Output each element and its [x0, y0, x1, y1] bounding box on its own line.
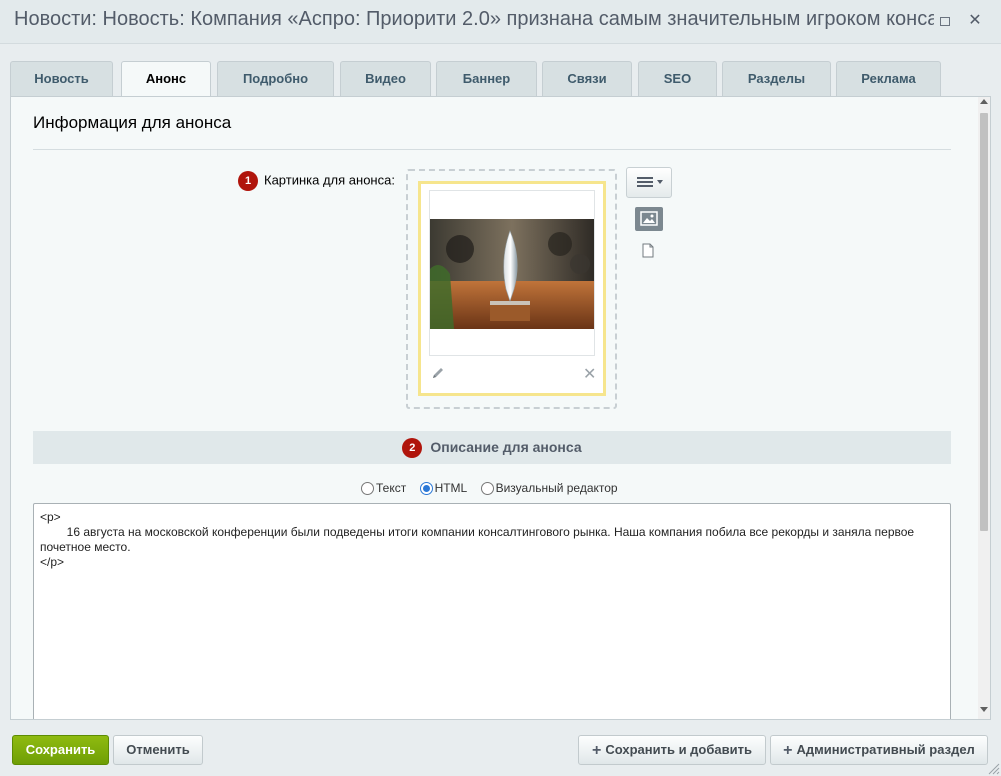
- plus-icon: +: [783, 742, 793, 759]
- mode-text[interactable]: Текст: [361, 481, 406, 495]
- scroll-thumb[interactable]: [980, 113, 988, 531]
- tab-links[interactable]: Связи: [542, 61, 632, 97]
- image-menu-button[interactable]: [626, 167, 672, 198]
- tab-content-panel: Информация для анонса 1 Картинка для анон…: [10, 96, 991, 720]
- tab-label: Анонс: [145, 71, 187, 86]
- preview-text-editor[interactable]: <p> 16 августа на московской конференции…: [33, 503, 951, 719]
- section-title: Информация для анонса: [33, 113, 232, 132]
- image-dropzone[interactable]: ✕: [406, 169, 617, 409]
- tab-detail[interactable]: Подробно: [217, 61, 334, 97]
- tab-sections[interactable]: Разделы: [722, 61, 831, 97]
- tab-preview[interactable]: Анонс: [121, 61, 211, 98]
- tab-news[interactable]: Новость: [10, 61, 113, 97]
- image-actions: ✕: [421, 362, 603, 388]
- tab-label: Новость: [34, 71, 89, 86]
- preview-picture-label: 1 Картинка для анонса:: [238, 171, 395, 191]
- divider: [33, 149, 951, 150]
- cancel-button[interactable]: Отменить: [113, 735, 203, 765]
- close-icon[interactable]: ✕: [966, 12, 984, 30]
- save-and-add-label: Сохранить и добавить: [605, 742, 752, 757]
- tab-label: Связи: [567, 71, 607, 86]
- radio-html[interactable]: [419, 481, 433, 495]
- pencil-icon[interactable]: [431, 366, 445, 380]
- tab-video[interactable]: Видео: [340, 61, 431, 97]
- remove-image-icon[interactable]: ✕: [583, 364, 596, 384]
- tab-ads[interactable]: Реклама: [836, 61, 941, 97]
- award-photo: [430, 219, 594, 329]
- tab-banner[interactable]: Баннер: [436, 61, 537, 97]
- tab-label: Реклама: [861, 71, 916, 86]
- tab-label: Подробно: [242, 71, 309, 86]
- radio-text[interactable]: [361, 481, 374, 495]
- tab-label: Баннер: [462, 71, 511, 86]
- window-title: Новости: Новость: Компания «Аспро: Приор…: [14, 8, 934, 30]
- image-preview-frame: ✕: [418, 181, 606, 396]
- image-mode-button[interactable]: [635, 207, 663, 231]
- tab-label: SEO: [663, 71, 692, 86]
- image-thumbnail[interactable]: [429, 190, 595, 356]
- scroll-up-arrow-icon[interactable]: [980, 99, 988, 104]
- tab-label: Разделы: [747, 71, 806, 86]
- text-type-selector: Текст HTML Визуальный редактор: [361, 481, 628, 498]
- mode-label: Текст: [376, 481, 407, 495]
- preview-text-header: 2 Описание для анонса: [33, 431, 951, 464]
- tab-label: Видео: [365, 71, 406, 86]
- step-badge: 2: [402, 438, 423, 459]
- image-icon: [640, 211, 658, 226]
- window-titlebar: Новости: Новость: Компания «Аспро: Приор…: [0, 0, 1001, 44]
- file-icon[interactable]: [642, 243, 654, 258]
- mode-label: HTML: [434, 481, 468, 495]
- save-button[interactable]: Сохранить: [12, 735, 109, 765]
- radio-visual[interactable]: [480, 481, 494, 495]
- tab-seo[interactable]: SEO: [638, 61, 717, 97]
- admin-section-label: Административный раздел: [796, 742, 975, 757]
- footer-bar: Сохранить Отменить + Сохранить и добавить…: [0, 721, 1001, 776]
- mode-label: Визуальный редактор: [495, 481, 618, 495]
- maximize-icon[interactable]: [936, 12, 954, 30]
- mode-html[interactable]: HTML: [419, 481, 468, 495]
- mode-visual[interactable]: Визуальный редактор: [480, 481, 618, 495]
- plus-icon: +: [592, 742, 602, 759]
- save-and-add-button[interactable]: + Сохранить и добавить: [578, 735, 766, 765]
- preview-picture-label-text: Картинка для анонса:: [264, 172, 395, 188]
- scroll-down-arrow-icon[interactable]: [980, 707, 988, 712]
- scrollbar[interactable]: [978, 97, 990, 719]
- step-badge: 1: [238, 171, 258, 191]
- hamburger-menu-icon: [637, 177, 663, 187]
- preview-text-label: Описание для анонса: [430, 439, 582, 455]
- admin-section-button[interactable]: + Административный раздел: [770, 735, 988, 765]
- resize-grip-icon[interactable]: [986, 761, 1000, 775]
